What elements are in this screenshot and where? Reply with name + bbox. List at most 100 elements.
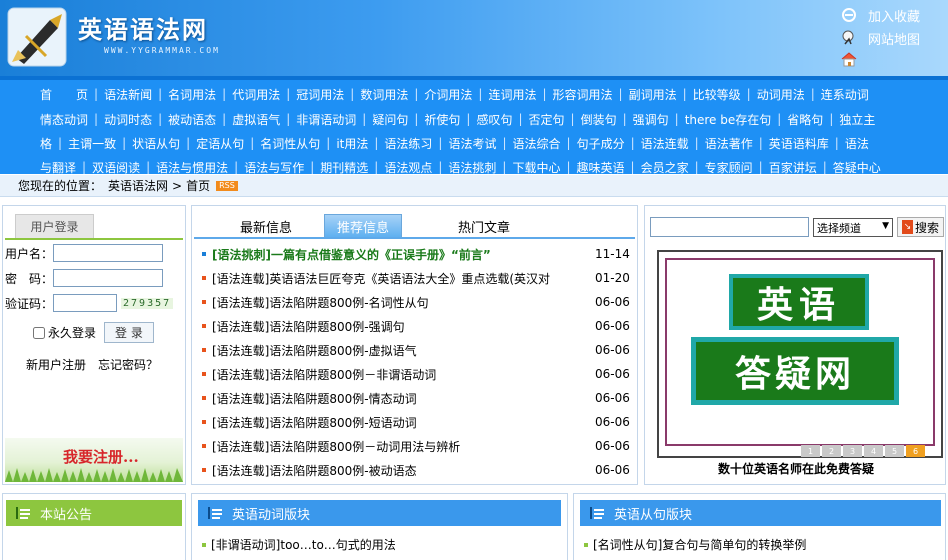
- pen-logo-icon[interactable]: [6, 6, 68, 68]
- pager-page[interactable]: 6: [906, 445, 925, 457]
- nav-link[interactable]: 强调句: [627, 111, 675, 128]
- nav-link[interactable]: 否定句: [523, 111, 571, 128]
- search-input[interactable]: [650, 217, 809, 237]
- nav-link[interactable]: 主谓一致: [62, 135, 122, 152]
- news-item[interactable]: [语法连载]语法陷阱题800例-虚拟语气 06-06: [202, 338, 630, 362]
- nav-link[interactable]: 冠词用法: [290, 86, 350, 103]
- nav-link[interactable]: 省略句: [781, 111, 829, 128]
- news-item[interactable]: [语法挑刺]一篇有点借鉴意义的《正误手册》“前言” 11-14: [202, 242, 630, 266]
- pager-page[interactable]: 5: [885, 445, 904, 457]
- nav-link[interactable]: 介词用法: [418, 86, 478, 103]
- nav-link[interactable]: 语法与惯用法: [150, 159, 234, 176]
- nav-link[interactable]: 语法与写作: [238, 159, 310, 176]
- register-link[interactable]: 新用户注册: [26, 356, 86, 373]
- nav-link[interactable]: 动词用法: [751, 86, 811, 103]
- nav-link[interactable]: 答疑中心: [827, 159, 887, 176]
- nav-link[interactable]: 格: [34, 135, 58, 152]
- nav-link[interactable]: 被动语态: [162, 111, 222, 128]
- nav-link[interactable]: 副词用法: [623, 86, 683, 103]
- nav-link[interactable]: 首 页: [34, 86, 94, 103]
- nav-link[interactable]: 语法观点: [378, 159, 438, 176]
- clause-list-item[interactable]: [名词性从句]复合句与简单句的转换举例: [584, 536, 806, 553]
- nav-link[interactable]: 趣味英语: [571, 159, 631, 176]
- rss-badge[interactable]: RSS: [216, 180, 238, 191]
- nav-link[interactable]: 期刊精选: [314, 159, 374, 176]
- nav-link[interactable]: 句子成分: [571, 135, 631, 152]
- nav-link[interactable]: 代词用法: [226, 86, 286, 103]
- tab-latest[interactable]: 最新信息: [226, 214, 306, 238]
- nav-link[interactable]: 语法综合: [507, 135, 567, 152]
- verb-list-item[interactable]: [非谓语动词]too…to…句式的用法: [202, 536, 396, 553]
- nav-link[interactable]: 语法考试: [442, 135, 502, 152]
- tab-popular[interactable]: 热门文章: [444, 214, 524, 238]
- captcha-image[interactable]: 279357: [121, 297, 174, 309]
- tab-recommended[interactable]: 推荐信息: [324, 214, 402, 238]
- nav-link[interactable]: 名词性从句: [254, 135, 326, 152]
- nav-link[interactable]: 与翻译: [34, 159, 82, 176]
- nav-link[interactable]: 语法著作: [699, 135, 759, 152]
- password-input[interactable]: [53, 269, 164, 287]
- verb-title[interactable]: 英语动词版块: [232, 504, 310, 523]
- pager-page[interactable]: 3: [843, 445, 862, 457]
- nav-link[interactable]: 非谓语动词: [290, 111, 362, 128]
- nav-link[interactable]: 连系动词: [815, 86, 875, 103]
- nav-link[interactable]: 定语从句: [190, 135, 250, 152]
- nav-link[interactable]: there be存在句: [679, 111, 778, 128]
- news-item[interactable]: [语法连载]语法陷阱题800例-强调句 06-06: [202, 314, 630, 338]
- nav-link[interactable]: 语法挑刺: [442, 159, 502, 176]
- nav-link[interactable]: 英语语料库: [763, 135, 835, 152]
- nav-link[interactable]: 名词用法: [162, 86, 222, 103]
- news-item[interactable]: [语法连载]语法陷阱题800例-情态动词 06-06: [202, 386, 630, 410]
- username-input[interactable]: [53, 244, 164, 262]
- site-title[interactable]: 英语语法网: [78, 10, 208, 45]
- search-button[interactable]: ↘ 搜索: [897, 217, 944, 237]
- news-item[interactable]: [语法连载]语法陷阱题800例-名词性从句 06-06: [202, 290, 630, 314]
- nav-link[interactable]: 情态动词: [34, 111, 94, 128]
- login-button[interactable]: 登 录: [104, 322, 154, 343]
- add-favorite-link[interactable]: 加入收藏: [840, 6, 920, 25]
- nav-link[interactable]: 祈使句: [418, 111, 466, 128]
- nav-link[interactable]: it用法: [330, 135, 374, 152]
- home-link[interactable]: [840, 50, 868, 68]
- breadcrumb-site-link[interactable]: 英语语法网: [108, 177, 168, 194]
- remember-checkbox[interactable]: [33, 326, 45, 339]
- nav-link[interactable]: 双语阅读: [86, 159, 146, 176]
- nav-link[interactable]: 连词用法: [482, 86, 542, 103]
- nav-link[interactable]: 倒装句: [575, 111, 623, 128]
- promo-slideshow[interactable]: 英语 答疑网 123456: [657, 250, 943, 458]
- nav-link[interactable]: 语法: [839, 135, 875, 152]
- nav-link[interactable]: 虚拟语气: [226, 111, 286, 128]
- login-tab[interactable]: 用户登录: [15, 214, 94, 238]
- nav-link[interactable]: 语法新闻: [98, 86, 158, 103]
- nav-link[interactable]: 形容词用法: [547, 86, 619, 103]
- channel-select[interactable]: 选择频道 ▼: [813, 218, 893, 237]
- nav-link[interactable]: 下载中心: [506, 159, 566, 176]
- nav-link[interactable]: 状语从句: [126, 135, 186, 152]
- nav-link[interactable]: 百家讲坛: [763, 159, 823, 176]
- sitemap-link[interactable]: 网站地图: [840, 29, 920, 48]
- pager-page[interactable]: 1: [801, 445, 820, 457]
- news-item[interactable]: [语法连载]英语语法巨匠夸克《英语语法大全》重点选载(英汉对 01-20: [202, 266, 630, 290]
- forgot-password-link[interactable]: 忘记密码？: [98, 356, 158, 373]
- register-banner[interactable]: 我要注册...: [5, 438, 183, 482]
- notice-title[interactable]: 本站公告: [40, 504, 92, 523]
- nav-link[interactable]: 语法连载: [635, 135, 695, 152]
- nav-link[interactable]: 疑问句: [366, 111, 414, 128]
- nav-link[interactable]: 专家顾问: [699, 159, 759, 176]
- nav-link[interactable]: 感叹句: [470, 111, 518, 128]
- news-item[interactable]: [语法连载]语法陷阱题800例－动词用法与辨析 06-06: [202, 434, 630, 458]
- news-item[interactable]: [语法连载]语法陷阱题800例－非谓语动词 06-06: [202, 362, 630, 386]
- news-item[interactable]: [语法连载]语法陷阱题800例-短语动词 06-06: [202, 410, 630, 434]
- news-item[interactable]: [语法连载]语法陷阱题800例-被动语态 06-06: [202, 458, 630, 482]
- pager-page[interactable]: 2: [822, 445, 841, 457]
- pager-page[interactable]: 4: [864, 445, 883, 457]
- nav-link[interactable]: 会员之家: [635, 159, 695, 176]
- nav-link[interactable]: 数词用法: [354, 86, 414, 103]
- promo-caption[interactable]: 数十位英语名师在此免费答疑: [645, 460, 947, 477]
- captcha-input[interactable]: [53, 294, 118, 312]
- nav-link[interactable]: 语法练习: [378, 135, 438, 152]
- nav-link[interactable]: 独立主: [833, 111, 881, 128]
- nav-link[interactable]: 比较等级: [687, 86, 747, 103]
- nav-link[interactable]: 动词时态: [98, 111, 158, 128]
- clause-title[interactable]: 英语从句版块: [614, 504, 692, 523]
